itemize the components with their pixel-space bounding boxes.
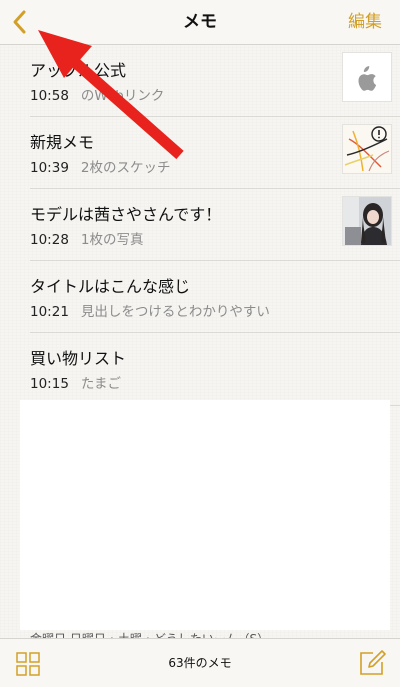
- page-title: メモ: [183, 12, 217, 32]
- note-title: 買い物リスト: [30, 349, 127, 368]
- note-title: モデルは茜さやさんです！: [30, 205, 222, 224]
- notes-list: アップル公式 10:58 のWebリンク 新規メモ 10:39 2枚のスケッチ: [0, 45, 400, 406]
- bottom-toolbar: 63件のメモ: [0, 638, 400, 687]
- note-thumbnail-apple: [342, 52, 392, 102]
- note-time: 10:21: [30, 304, 69, 320]
- navigation-bar: メモ 編集: [0, 0, 400, 45]
- compose-button[interactable]: [358, 649, 386, 677]
- sketch-thumbnail-icon: [343, 125, 391, 173]
- chevron-left-icon: [13, 10, 26, 34]
- note-subtitle: 10:58 のWebリンク: [30, 84, 164, 104]
- note-title: タイトルはこんな感じ: [30, 277, 191, 296]
- note-preview: 2枚のスケッチ: [80, 160, 171, 176]
- note-thumbnail-sketch: [342, 124, 392, 174]
- note-count: 63件のメモ: [168, 656, 232, 670]
- note-preview: たまご: [80, 376, 122, 392]
- note-row[interactable]: タイトルはこんな感じ 10:21 見出しをつけるとわかりやすい: [30, 261, 400, 333]
- note-row[interactable]: アップル公式 10:58 のWebリンク: [30, 45, 400, 117]
- compose-icon: [360, 650, 386, 675]
- note-preview: のWebリンク: [80, 88, 165, 104]
- note-preview-panel: [20, 400, 390, 630]
- note-subtitle: 10:39 2枚のスケッチ: [30, 156, 171, 176]
- note-row[interactable]: 新規メモ 10:39 2枚のスケッチ: [30, 117, 400, 189]
- note-subtitle: 10:15 たまご: [30, 372, 121, 392]
- note-preview: 1枚の写真: [80, 232, 144, 248]
- apple-logo-icon: [358, 66, 377, 91]
- note-preview: 見出しをつけるとわかりやすい: [80, 304, 270, 320]
- note-thumbnail-photo: [342, 196, 392, 246]
- note-title: 新規メモ: [30, 133, 95, 152]
- note-subtitle: 10:28 1枚の写真: [30, 228, 144, 248]
- note-time: 10:39: [30, 160, 69, 176]
- note-time: 10:15: [30, 376, 69, 392]
- back-button[interactable]: [8, 6, 36, 38]
- note-subtitle: 10:21 見出しをつけるとわかりやすい: [30, 300, 270, 320]
- edit-button[interactable]: 編集: [348, 0, 382, 44]
- note-time: 10:28: [30, 232, 69, 248]
- note-row[interactable]: モデルは茜さやさんです！ 10:28 1枚の写真: [30, 189, 400, 261]
- note-title: アップル公式: [30, 61, 127, 80]
- note-time: 10:58: [30, 88, 69, 104]
- note-row[interactable]: 買い物リスト 10:15 たまご: [30, 333, 400, 406]
- photo-thumbnail-icon: [343, 197, 391, 245]
